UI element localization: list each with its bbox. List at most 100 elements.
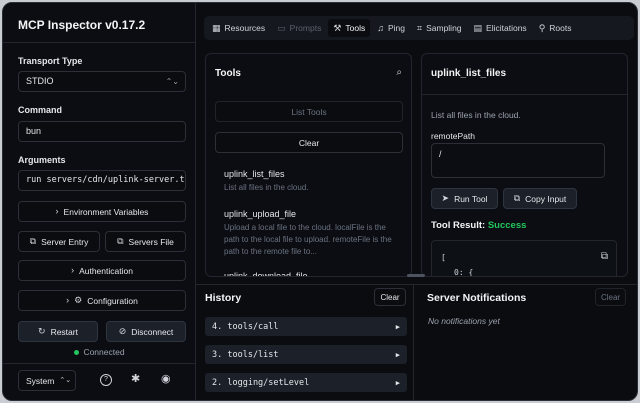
clear-notifications-button[interactable]: Clear [595, 288, 626, 306]
tab-prompts[interactable]: ▭ Prompts [272, 19, 326, 37]
tool-detail-title: uplink_list_files [431, 68, 507, 79]
resize-handle[interactable] [407, 274, 425, 277]
configuration-button[interactable]: › ⚙ Configuration [18, 290, 186, 311]
transport-type-select[interactable]: STDIO ⌃⌄ [18, 71, 186, 92]
tab-elicitations[interactable]: ▤ Elicitations [469, 19, 532, 37]
bottom-section-divider [196, 284, 637, 285]
history-item[interactable]: 2. logging/setLevel ▶ [205, 373, 407, 392]
copy-icon[interactable]: ⧉ [601, 251, 608, 262]
clear-history-button[interactable]: Clear [374, 288, 406, 306]
tool-result-label: Tool Result: Success [431, 220, 526, 231]
connection-status: Connected [3, 347, 196, 357]
tab-ping[interactable]: ♫ Ping [372, 19, 410, 37]
app-window: MCP Inspector v0.17.2 Transport Type STD… [2, 2, 638, 401]
help-icon[interactable]: ? [100, 374, 112, 386]
disconnect-label: Disconnect [131, 326, 174, 337]
tab-label: Roots [549, 23, 572, 33]
tab-tools[interactable]: ⚒ Tools [328, 19, 371, 37]
sidebar: MCP Inspector v0.17.2 Transport Type STD… [3, 3, 196, 400]
tab-label: Ping [388, 23, 406, 33]
select-chevron-icon: ⌃⌄ [59, 377, 72, 384]
elicitations-icon: ▤ [473, 22, 483, 33]
tool-detail-panel: uplink_list_files List all files in the … [421, 53, 628, 277]
theme-value: System [26, 375, 55, 386]
environment-variables-button[interactable]: › Environment Variables [18, 201, 186, 222]
server-entry-label: Server Entry [41, 236, 89, 247]
chevron-right-icon: › [55, 206, 59, 216]
tool-result-output: [ 0: { ⧉ [431, 240, 617, 277]
history-item[interactable]: 4. tools/call ▶ [205, 317, 407, 336]
server-entry-button[interactable]: ⧉ Server Entry [18, 231, 100, 252]
copy-icon: ⧉ [117, 236, 124, 246]
restart-label: Restart [50, 326, 78, 337]
tab-label: Prompts [289, 23, 322, 33]
result-line: 0: { [454, 268, 474, 277]
arguments-input[interactable]: run servers/cdn/uplink-server.t [18, 170, 186, 191]
environment-variables-label: Environment Variables [63, 206, 149, 217]
run-tool-button[interactable]: ➤ Run Tool [431, 188, 498, 209]
tools-panel-title: Tools [215, 68, 241, 79]
tool-result-status: Success [487, 220, 527, 231]
tab-label: Elicitations [486, 23, 527, 33]
tab-roots[interactable]: ⚲ Roots [534, 19, 577, 37]
command-label: Command [18, 105, 63, 115]
history-item[interactable]: 3. tools/list ▶ [205, 345, 407, 364]
expand-arrow-icon: ▶ [395, 322, 400, 331]
theme-select[interactable]: System ⌃⌄ [18, 370, 76, 391]
transport-type-value: STDIO [26, 76, 54, 86]
tool-detail-description: List all files in the cloud. [431, 110, 521, 120]
panel-divider [422, 94, 627, 95]
command-input[interactable]: bun [18, 121, 186, 142]
run-tool-label: Run Tool [454, 193, 488, 204]
tool-item-description: Upload a local file to the cloud. localF… [224, 223, 392, 256]
authentication-button[interactable]: › Authentication [18, 260, 186, 281]
chevron-right-icon: › [71, 265, 75, 275]
tools-panel: Tools ⌕ List Tools Clear uplink_list_fil… [205, 53, 412, 277]
copy-input-button[interactable]: ⧉ Copy Input [503, 188, 577, 209]
history-title: History [205, 292, 242, 304]
tool-item-name[interactable]: uplink_upload_file [224, 209, 296, 219]
tab-label: Sampling [426, 23, 462, 33]
expand-arrow-icon: ▶ [395, 378, 400, 387]
bug-icon[interactable]: ✱ [131, 372, 140, 385]
tab-resources[interactable]: ▦ Resources [207, 19, 270, 37]
history-item-label: 4. tools/call [212, 321, 279, 332]
tool-item-description: List all files in the cloud. [224, 183, 309, 192]
bottom-vertical-divider [413, 284, 414, 400]
prompts-icon: ▭ [277, 22, 286, 33]
restart-button[interactable]: ↻ Restart [18, 321, 98, 342]
notifications-empty-text: No notifications yet [428, 316, 500, 326]
configuration-label: Configuration [87, 295, 138, 306]
tab-label: Resources [224, 23, 266, 33]
sampling-icon: ⌗ [417, 22, 423, 33]
list-tools-button[interactable]: List Tools [215, 101, 403, 122]
tools-icon: ⚒ [333, 22, 342, 33]
disconnect-button[interactable]: ⊘ Disconnect [106, 321, 186, 342]
transport-type-label: Transport Type [18, 56, 83, 66]
github-icon[interactable]: ◉ [161, 372, 171, 385]
ping-icon: ♫ [377, 22, 384, 33]
resources-icon: ▦ [212, 22, 221, 33]
servers-file-button[interactable]: ⧉ Servers File [105, 231, 186, 252]
tool-item-name[interactable]: uplink_list_files [224, 169, 285, 179]
tool-item-name[interactable]: uplink_download_file [224, 271, 308, 276]
copy-icon: ⧉ [29, 236, 37, 246]
main-area: ▦ Resources ▭ Prompts ⚒ Tools ♫ Ping ⌗ Sampli… [196, 3, 637, 400]
expand-arrow-icon: ▶ [395, 350, 400, 359]
chevron-right-icon: › [66, 295, 70, 305]
copy-icon: ⧉ [513, 193, 521, 203]
copy-input-label: Copy Input [525, 193, 567, 204]
connection-status-text: Connected [83, 347, 125, 357]
tab-sampling[interactable]: ⌗ Sampling [412, 19, 467, 37]
search-icon[interactable]: ⌕ [396, 67, 402, 78]
clear-tools-button[interactable]: Clear [215, 132, 403, 153]
tab-label: Tools [345, 23, 366, 33]
roots-icon: ⚲ [538, 22, 546, 33]
server-notifications-title: Server Notifications [427, 292, 527, 304]
history-item-label: 2. logging/setLevel [212, 377, 310, 388]
result-line: [ [441, 253, 446, 262]
tab-bar: ▦ Resources ▭ Prompts ⚒ Tools ♫ Ping ⌗ Sampli… [204, 16, 634, 40]
tool-result-prefix: Tool Result: [431, 220, 486, 231]
remote-path-input[interactable]: / [431, 143, 605, 178]
servers-file-label: Servers File [128, 236, 174, 247]
